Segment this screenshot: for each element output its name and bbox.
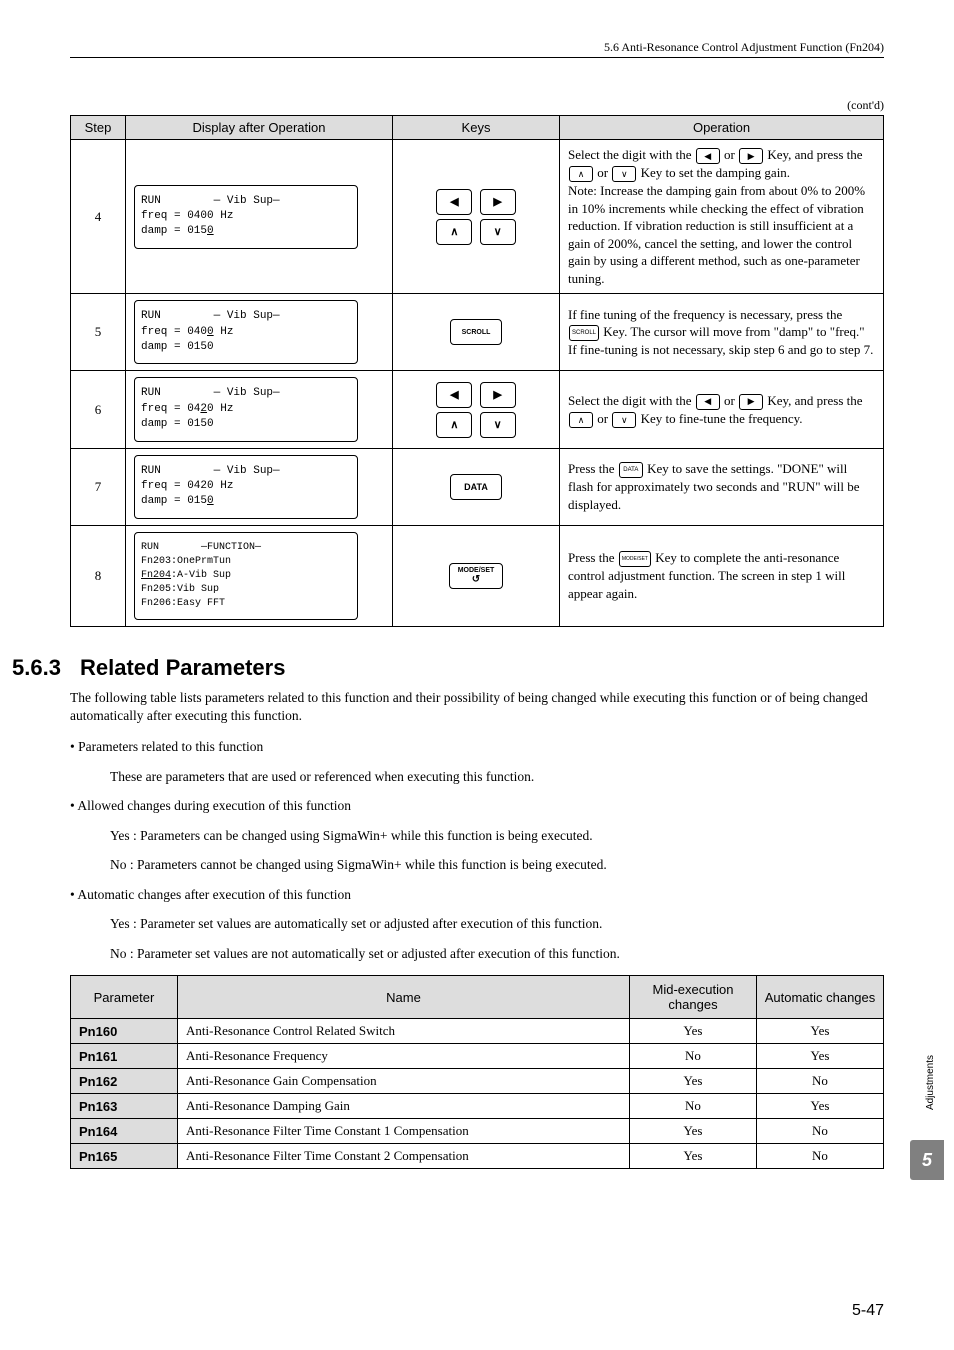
th-operation: Operation: [560, 116, 884, 140]
operation-text: Press the DATA Key to save the settings.…: [568, 460, 875, 513]
modeset-key-icon: MODE/SET ↺: [449, 563, 504, 589]
intro-paragraph: The following table lists parameters rel…: [70, 689, 884, 725]
scroll-inline-icon: SCROLL: [569, 325, 599, 341]
scroll-key-icon: SCROLL: [450, 319, 502, 345]
up-arrow-key-icon: ∧: [436, 412, 472, 438]
th-auto: Automatic changes: [757, 976, 884, 1019]
section-heading: 5.6.3Related Parameters: [12, 655, 884, 681]
th-name: Name: [178, 976, 630, 1019]
header-divider: [70, 57, 884, 58]
data-inline-icon: DATA: [619, 462, 643, 478]
table-row: Pn163Anti-Resonance Damping GainNoYes: [71, 1094, 884, 1119]
lcd-display: RUN —FUNCTION— Fn203:OnePrmTun Fn204:A-V…: [134, 532, 358, 620]
section-path: 5.6 Anti-Resonance Control Adjustment Fu…: [70, 40, 884, 55]
up-arrow-inline-icon: ∧: [569, 166, 593, 182]
section-number: 5.6.3: [12, 655, 80, 681]
table-row: Pn160Anti-Resonance Control Related Swit…: [71, 1019, 884, 1044]
step-number: 6: [71, 371, 126, 448]
step-number: 4: [71, 140, 126, 294]
down-arrow-key-icon: ∨: [480, 412, 516, 438]
left-arrow-inline-icon: ◀: [696, 148, 720, 164]
lcd-display: RUN — Vib Sup— freq = 0420 Hz damp = 015…: [134, 455, 358, 519]
step-number: 5: [71, 294, 126, 371]
right-arrow-inline-icon: ▶: [739, 148, 763, 164]
bullet-automatic-changes: • Automatic changes after execution of t…: [70, 887, 884, 903]
keys-arrow-group: ◀ ▶ ∧ ∨: [434, 380, 517, 440]
step-number: 8: [71, 525, 126, 626]
bullet-detail: No : Parameter set values are not automa…: [110, 946, 884, 962]
chapter-tab: 5: [910, 1140, 944, 1180]
table-row: 6 RUN — Vib Sup— freq = 0420 Hz damp = 0…: [71, 371, 884, 448]
th-keys: Keys: [393, 116, 560, 140]
continued-label: (cont'd): [70, 98, 884, 113]
bullet-parameters-related: • Parameters related to this function: [70, 739, 884, 755]
down-arrow-key-icon: ∨: [480, 219, 516, 245]
page-number: 5-47: [852, 1302, 884, 1320]
th-display: Display after Operation: [126, 116, 393, 140]
down-arrow-inline-icon: ∨: [612, 166, 636, 182]
operation-text: Select the digit with the ◀ or ▶ Key, an…: [568, 146, 875, 287]
right-arrow-inline-icon: ▶: [739, 394, 763, 410]
operation-text: If fine tuning of the frequency is neces…: [568, 306, 875, 359]
th-parameter: Parameter: [71, 976, 178, 1019]
table-row: Pn162Anti-Resonance Gain CompensationYes…: [71, 1069, 884, 1094]
down-arrow-inline-icon: ∨: [612, 412, 636, 428]
operation-steps-table: Step Display after Operation Keys Operat…: [70, 115, 884, 627]
lcd-display: RUN — Vib Sup— freq = 0400 Hz damp = 015…: [134, 185, 358, 249]
bullet-detail: These are parameters that are used or re…: [110, 769, 884, 785]
parameters-table: Parameter Name Mid-execution changes Aut…: [70, 975, 884, 1169]
table-row: 5 RUN — Vib Sup— freq = 0400 Hz damp = 0…: [71, 294, 884, 371]
table-row: Pn164Anti-Resonance Filter Time Constant…: [71, 1119, 884, 1144]
lcd-display: RUN — Vib Sup— freq = 0420 Hz damp = 015…: [134, 377, 358, 441]
left-arrow-key-icon: ◀: [436, 382, 472, 408]
keys-arrow-group: ◀ ▶ ∧ ∨: [434, 187, 517, 247]
table-row: Pn165Anti-Resonance Filter Time Constant…: [71, 1144, 884, 1169]
side-tab-label: Adjustments: [925, 1055, 936, 1110]
bullet-detail: No : Parameters cannot be changed using …: [110, 857, 884, 873]
keys-scroll-group: SCROLL: [448, 317, 504, 347]
table-row: 7 RUN — Vib Sup— freq = 0420 Hz damp = 0…: [71, 448, 884, 525]
right-arrow-key-icon: ▶: [480, 382, 516, 408]
th-mid: Mid-execution changes: [630, 976, 757, 1019]
left-arrow-inline-icon: ◀: [696, 394, 720, 410]
table-row: 8 RUN —FUNCTION— Fn203:OnePrmTun Fn204:A…: [71, 525, 884, 626]
step-number: 7: [71, 448, 126, 525]
operation-text: Select the digit with the ◀ or ▶ Key, an…: [568, 392, 875, 428]
up-arrow-inline-icon: ∧: [569, 412, 593, 428]
table-row: 4 RUN — Vib Sup— freq = 0400 Hz damp = 0…: [71, 140, 884, 294]
up-arrow-key-icon: ∧: [436, 219, 472, 245]
right-arrow-key-icon: ▶: [480, 189, 516, 215]
bullet-detail: Yes : Parameter set values are automatic…: [110, 916, 884, 932]
return-icon: ↺: [472, 574, 480, 585]
lcd-display: RUN — Vib Sup— freq = 0400 Hz damp = 015…: [134, 300, 358, 364]
section-title: Related Parameters: [80, 655, 285, 680]
modeset-inline-icon: MODE/SET: [619, 551, 651, 567]
operation-text: Press the MODE/SET Key to complete the a…: [568, 549, 875, 602]
left-arrow-key-icon: ◀: [436, 189, 472, 215]
bullet-detail: Yes : Parameters can be changed using Si…: [110, 828, 884, 844]
data-key-icon: DATA: [450, 474, 502, 500]
bullet-allowed-changes: • Allowed changes during execution of th…: [70, 798, 884, 814]
table-row: Pn161Anti-Resonance FrequencyNoYes: [71, 1044, 884, 1069]
th-step: Step: [71, 116, 126, 140]
